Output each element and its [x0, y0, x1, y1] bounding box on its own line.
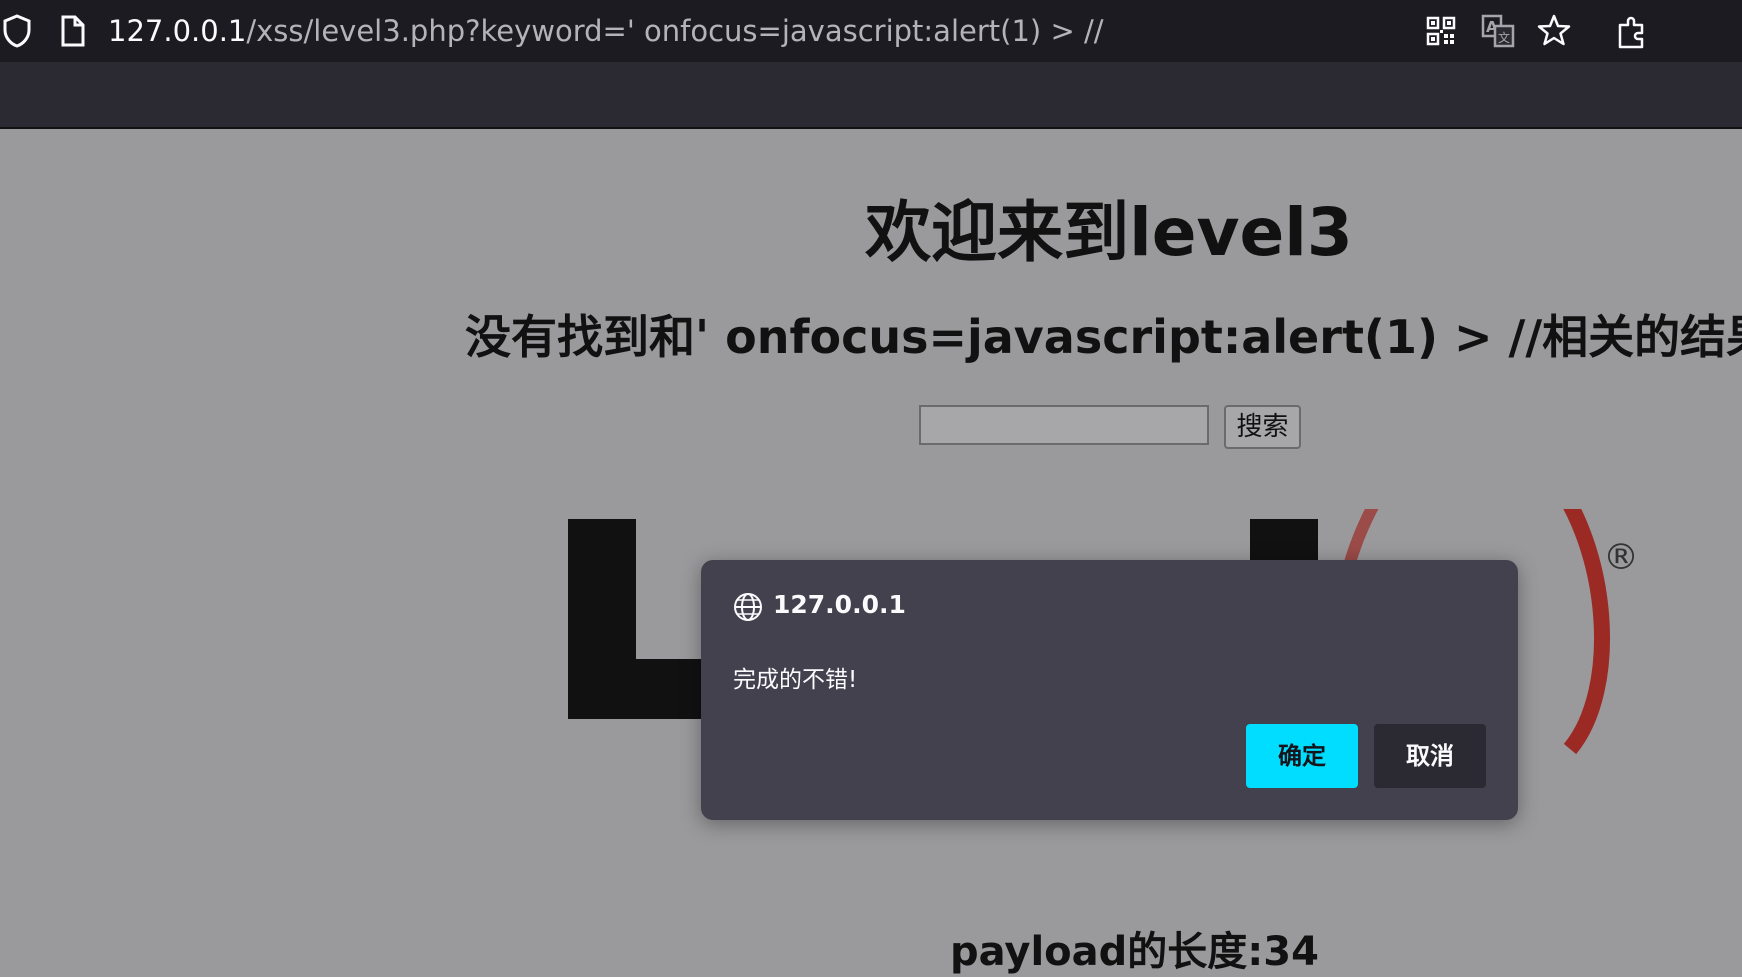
search-button[interactable]: 搜索 — [1224, 405, 1301, 449]
shield-icon[interactable] — [2, 14, 32, 48]
tab-strip — [0, 62, 1742, 129]
url-host: 127.0.0.1 — [108, 14, 247, 48]
cancel-button[interactable]: 取消 — [1374, 724, 1486, 788]
url-path: /xss/level3.php?keyword=' onfocus=javasc… — [246, 14, 1104, 48]
extensions-icon[interactable] — [1616, 13, 1650, 49]
dialog-message: 完成的不错! — [733, 667, 858, 693]
payload-length-text: payload的长度:34 — [950, 929, 1319, 975]
translate-icon[interactable]: A 文 — [1481, 14, 1515, 48]
address-bar[interactable]: 127.0.0.1/xss/level3.php?keyword=' onfoc… — [0, 0, 1585, 62]
dialog-origin: 127.0.0.1 — [773, 590, 906, 619]
alert-dialog: 127.0.0.1 完成的不错! 确定 取消 — [701, 560, 1518, 820]
qr-code-icon[interactable] — [1426, 16, 1456, 46]
page-icon — [61, 15, 85, 47]
globe-icon — [734, 593, 762, 621]
search-input[interactable] — [919, 405, 1209, 445]
page-content: 欢迎来到level3 没有找到和' onfocus=javascript:ale… — [0, 129, 1742, 976]
page-title: 欢迎来到level3 — [865, 194, 1353, 271]
ok-button[interactable]: 确定 — [1246, 724, 1358, 788]
bookmark-star-icon[interactable] — [1537, 13, 1571, 47]
search-result-text: 没有找到和' onfocus=javascript:alert(1) > //相… — [465, 310, 1742, 364]
url-text[interactable]: 127.0.0.1/xss/level3.php?keyword=' onfoc… — [108, 12, 1104, 50]
registered-mark: ® — [1603, 537, 1639, 578]
svg-text:文: 文 — [1498, 30, 1510, 45]
